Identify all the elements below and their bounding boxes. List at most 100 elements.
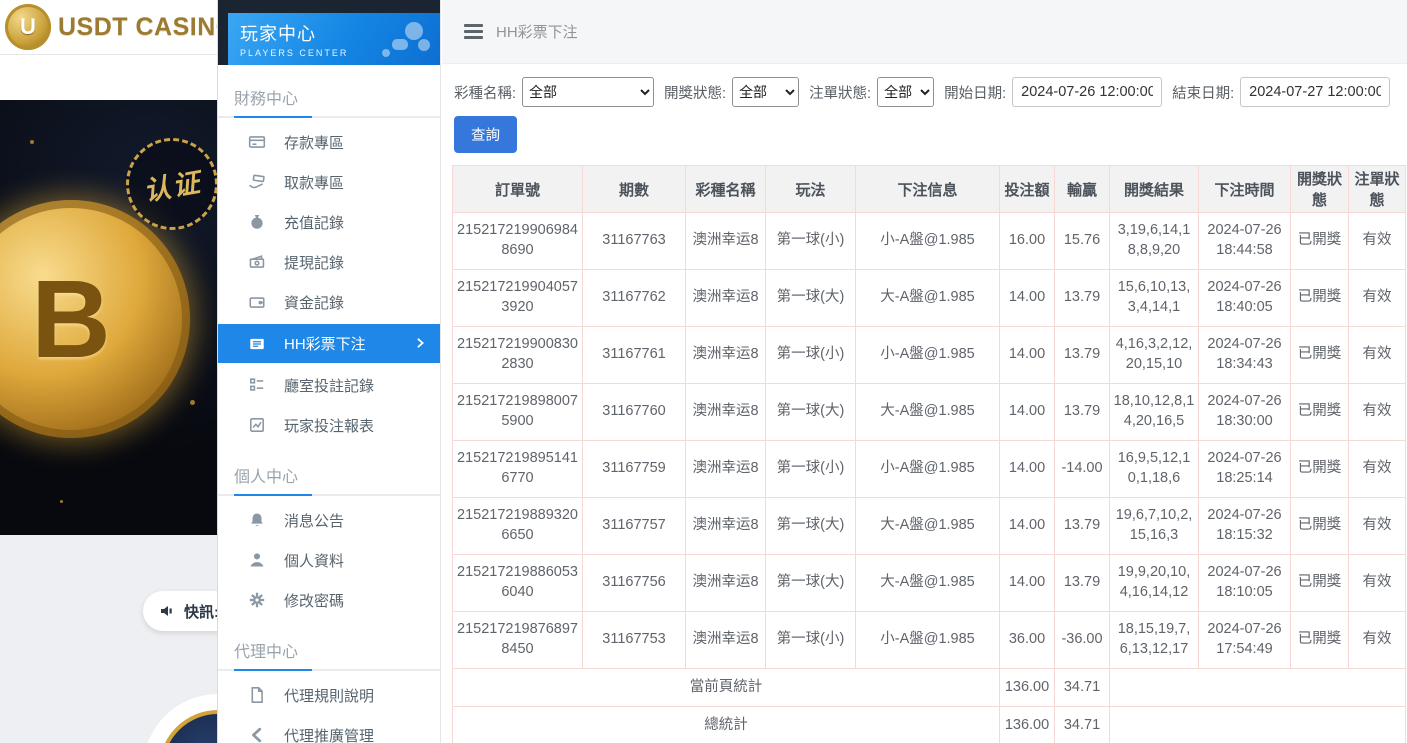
sidebar-item-share[interactable]: 代理推廣管理	[218, 715, 440, 743]
sidebar-item-user[interactable]: 個人資料	[218, 540, 440, 580]
cell-draw-result: 18,10,12,8,14,20,16,5	[1110, 384, 1199, 441]
logo-bar: U USDT CASINO	[0, 0, 217, 55]
sidebar-item-hand-money[interactable]: 取款專區	[218, 162, 440, 202]
col-header-order-status: 注單狀態	[1349, 166, 1406, 213]
col-header-bet-info: 下注信息	[856, 166, 1000, 213]
cell-bet-info: 大-A盤@1.985	[856, 384, 1000, 441]
cell-bet-amount: 14.00	[1000, 555, 1055, 612]
cell-bet-amount: 14.00	[1000, 384, 1055, 441]
deco-dot	[30, 140, 34, 144]
cash-icon	[248, 253, 266, 271]
cell-lottery-name: 澳洲幸运8	[686, 270, 766, 327]
left-promo-panel: U USDT CASINO B 认证 快訊:	[0, 0, 218, 743]
sidebar-item-label: 代理規則說明	[284, 685, 374, 706]
sidebar-top: 玩家中心 PLAYERS CENTER	[218, 0, 440, 65]
cell-bet-info: 小-A盤@1.985	[856, 441, 1000, 498]
cell-period: 31167757	[583, 498, 686, 555]
sidebar-item-report-chart[interactable]: 玩家投注報表	[218, 405, 440, 445]
cell-draw-status: 已開獎	[1291, 441, 1349, 498]
start-date-input[interactable]	[1012, 77, 1162, 107]
cell-bet-amount: 14.00	[1000, 327, 1055, 384]
cell-bet-amount: 14.00	[1000, 498, 1055, 555]
cell-bet-time: 2024-07-26 18:34:43	[1199, 327, 1291, 384]
cell-draw-status: 已開獎	[1291, 384, 1349, 441]
sidebar-item-list-record[interactable]: 廳室投註記錄	[218, 365, 440, 405]
menu-toggle-icon[interactable]	[464, 24, 483, 39]
filter-bar: 彩種名稱: 全部 開獎狀態: 全部 注單狀態: 全部 開始日期: 結束日期:	[452, 77, 1407, 107]
document-icon	[248, 686, 266, 704]
floating-service-button[interactable]	[143, 694, 218, 743]
order-status-select[interactable]: 全部	[877, 77, 934, 107]
topbar: HH彩票下注	[442, 0, 1407, 64]
report-chart-icon	[248, 416, 266, 434]
cell-bet-amount: 36.00	[1000, 612, 1055, 669]
col-header-draw-result: 開獎結果	[1110, 166, 1199, 213]
sidebar-item-document[interactable]: 代理規則說明	[218, 675, 440, 715]
logo-text: USDT CASINO	[58, 13, 218, 42]
cell-order-no: 2152172198860536040	[453, 555, 583, 612]
sidebar-item-label: HH彩票下注	[284, 333, 366, 354]
credit-card-icon	[248, 133, 266, 151]
cell-play-type: 第一球(小)	[766, 612, 856, 669]
cell-order-no: 2152172199040573920	[453, 270, 583, 327]
cell-bet-info: 小-A盤@1.985	[856, 327, 1000, 384]
sidebar-item-label: 廳室投註記錄	[284, 375, 374, 396]
cell-period: 31167760	[583, 384, 686, 441]
cell-period: 31167756	[583, 555, 686, 612]
usdt-logo-icon: U	[5, 4, 51, 50]
cell-lottery-name: 澳洲幸运8	[686, 441, 766, 498]
cell-play-type: 第一球(小)	[766, 327, 856, 384]
sidebar-item-label: 個人資料	[284, 550, 344, 571]
user-icon	[248, 551, 266, 569]
cell-draw-status: 已開獎	[1291, 612, 1349, 669]
sidebar-item-label: 存款專區	[284, 132, 344, 153]
query-button[interactable]: 查詢	[454, 116, 517, 153]
col-header-play-type: 玩法	[766, 166, 856, 213]
hand-money-icon	[248, 173, 266, 191]
cell-draw-status: 已開獎	[1291, 213, 1349, 270]
page-title: HH彩票下注	[496, 21, 578, 42]
section-underline	[218, 494, 440, 496]
cell-bet-time: 2024-07-26 18:25:14	[1199, 441, 1291, 498]
lottery-name-select[interactable]: 全部	[522, 77, 654, 107]
section-title: 個人中心	[218, 451, 440, 494]
news-ticker[interactable]: 快訊:	[143, 591, 218, 631]
logo-gap	[0, 55, 217, 100]
cell-order-no: 2152172199008302830	[453, 327, 583, 384]
cell-bet-amount: 16.00	[1000, 213, 1055, 270]
sidebar-section: 財務中心存款專區取款專區充值記錄提現記錄資金記錄 HH彩票下注廳室投註記錄玩家投注…	[218, 73, 440, 445]
section-title: 財務中心	[218, 73, 440, 116]
cell-lottery-name: 澳洲幸运8	[686, 498, 766, 555]
sidebar-item-label: 資金記錄	[284, 292, 344, 313]
cell-play-type: 第一球(大)	[766, 555, 856, 612]
money-bag-icon	[248, 213, 266, 231]
sidebar: 玩家中心 PLAYERS CENTER 財務中心存款專區取款專區充值記錄提現記錄…	[218, 0, 441, 743]
sidebar-item-money-bag[interactable]: 充值記錄	[218, 202, 440, 242]
summary-empty	[1110, 669, 1406, 707]
cell-play-type: 第一球(大)	[766, 384, 856, 441]
sidebar-item-credit-card[interactable]: 存款專區	[218, 122, 440, 162]
cell-period: 31167762	[583, 270, 686, 327]
draw-status-select[interactable]: 全部	[732, 77, 799, 107]
summary-bet-total: 136.00	[1000, 669, 1055, 707]
cell-draw-result: 4,16,3,2,12,20,15,10	[1110, 327, 1199, 384]
sidebar-item-gear[interactable]: 修改密碼	[218, 580, 440, 620]
col-header-order-no: 訂單號	[453, 166, 583, 213]
cell-bet-info: 大-A盤@1.985	[856, 498, 1000, 555]
sidebar-item-lottery-ticket[interactable]: HH彩票下注	[218, 324, 440, 363]
summary-label: 總統計	[453, 707, 1000, 743]
cell-draw-result: 3,19,6,14,18,8,9,20	[1110, 213, 1199, 270]
sidebar-item-cash[interactable]: 提現記錄	[218, 242, 440, 282]
sidebar-item-bell[interactable]: 消息公告	[218, 500, 440, 540]
end-date-input[interactable]	[1240, 77, 1390, 107]
col-header-lottery-name: 彩種名稱	[686, 166, 766, 213]
cell-draw-status: 已開獎	[1291, 555, 1349, 612]
cell-draw-result: 19,6,7,10,2,15,16,3	[1110, 498, 1199, 555]
cell-lottery-name: 澳洲幸运8	[686, 612, 766, 669]
sidebar-item-wallet[interactable]: 資金記錄	[218, 282, 440, 322]
summary-win-loss-total: 34.71	[1055, 669, 1110, 707]
speaker-icon	[159, 603, 175, 619]
cell-win-loss: 13.79	[1055, 327, 1110, 384]
section-title: 代理中心	[218, 626, 440, 669]
main-area: HH彩票下注 彩種名稱: 全部 開獎狀態: 全部 注單狀態: 全部 開始日期: …	[442, 0, 1407, 743]
